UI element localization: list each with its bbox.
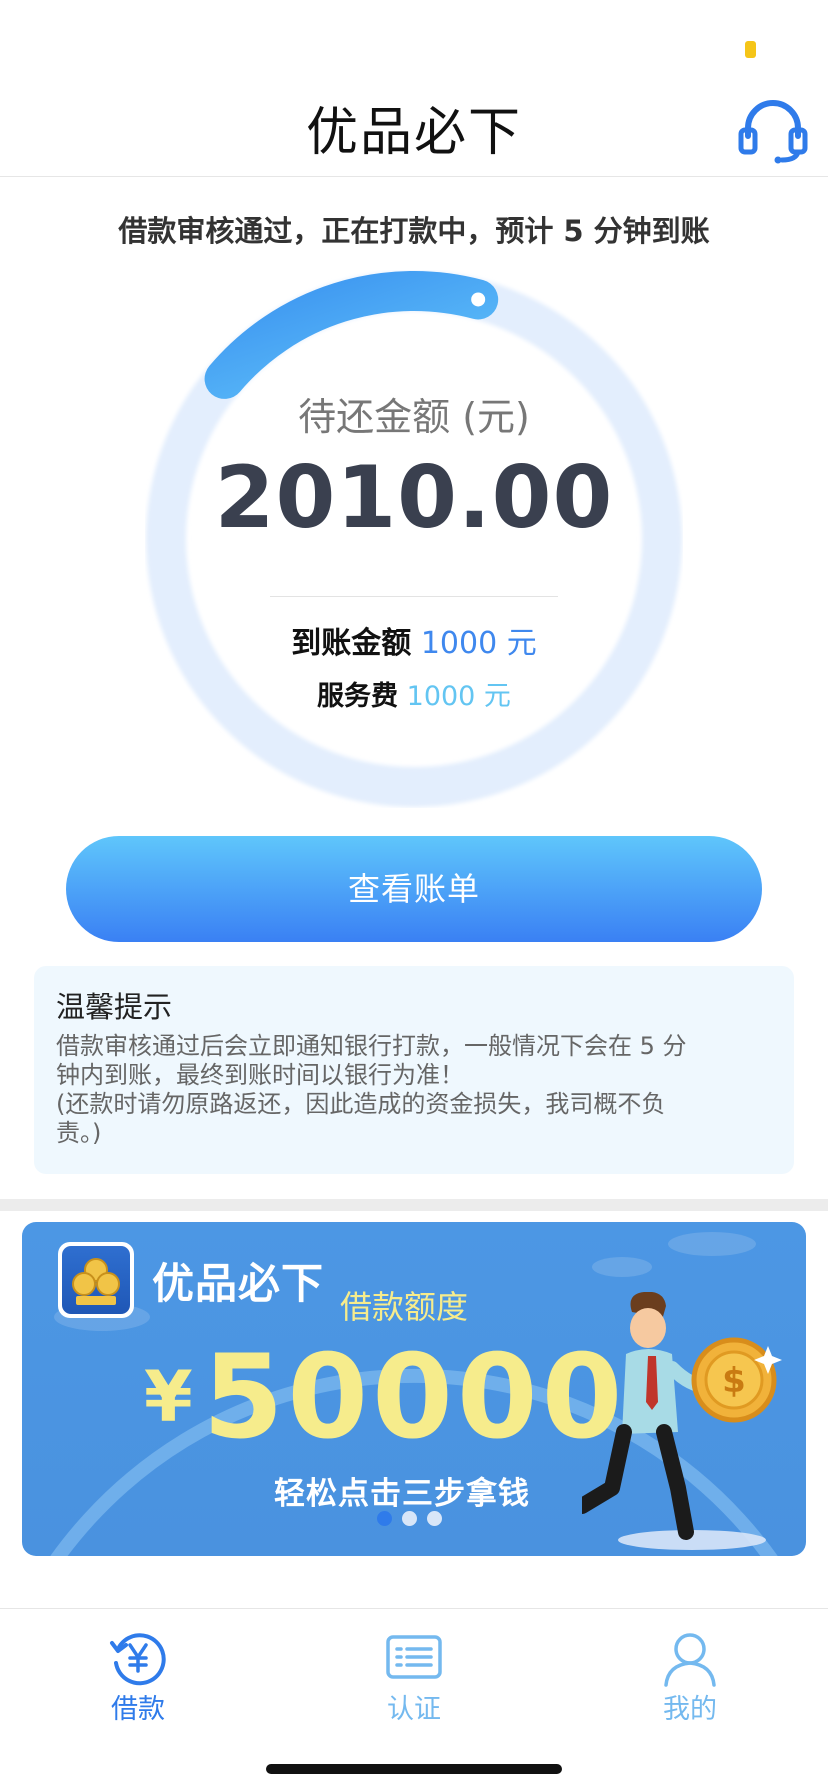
amount-due-value: 2010.00	[214, 448, 614, 548]
tips-line: 钟内到账，最终到账时间以银行为准！	[56, 1061, 464, 1089]
banner-amount: ¥50000	[144, 1330, 626, 1465]
tab-profile-label: 我的	[663, 1694, 717, 1725]
service-fee-row: 服务费 1000 元	[145, 674, 683, 713]
tips-card: 温馨提示 借款审核通过后会立即通知银行打款，一般情况下会在 5 分 钟内到账，最…	[34, 966, 794, 1174]
pagination-dot[interactable]	[377, 1511, 392, 1526]
svg-text:$: $	[722, 1361, 746, 1401]
pagination-dot[interactable]	[402, 1511, 417, 1526]
tips-title: 温馨提示	[56, 990, 173, 1024]
user-icon	[664, 1633, 716, 1687]
customer-service-button[interactable]	[738, 98, 808, 164]
nav-header: 优品必下	[0, 88, 828, 177]
tips-line: (还款时请勿原路返还，因此造成的资金损失，我司概不负	[56, 1090, 666, 1118]
tab-profile[interactable]: 我的	[552, 1609, 828, 1729]
amount-due-label: 待还金额 (元)	[298, 395, 530, 439]
home-indicator	[266, 1764, 562, 1774]
received-amount-value: 1000 元	[420, 626, 537, 661]
headset-icon	[738, 100, 808, 164]
tips-body: 借款审核通过后会立即通知银行打款，一般情况下会在 5 分 钟内到账，最终到账时间…	[56, 1032, 776, 1148]
tab-verification[interactable]: 认证	[276, 1609, 552, 1729]
banner-brand: 优品必下	[152, 1259, 325, 1308]
tips-line: 责。)	[56, 1119, 102, 1147]
view-bill-button[interactable]: 查看账单	[66, 836, 762, 942]
banner-slogan: 轻松点击三步拿钱	[274, 1476, 530, 1512]
tips-line: 借款审核通过后会立即通知银行打款，一般情况下会在 5 分	[56, 1032, 687, 1060]
banner-pagination	[377, 1511, 442, 1526]
banner-amount-value: 50000	[202, 1330, 627, 1465]
ring-progress-arc	[204, 271, 499, 399]
section-divider	[0, 1199, 828, 1211]
id-card-icon	[386, 1635, 442, 1679]
tab-loan-label: 借款	[111, 1694, 165, 1725]
promo-banner[interactable]: 优品必下 借款额度 ¥50000 轻松点击三步拿钱 $	[22, 1222, 806, 1556]
app-logo-icon	[58, 1242, 134, 1318]
bottom-tab-bar: 借款 认证 我的	[0, 1608, 828, 1729]
running-man-with-coin-illustration: $	[582, 1292, 782, 1540]
loan-status-message: 借款审核通过，正在打款中，预计 5 分钟到账	[118, 214, 710, 248]
yen-refresh-icon	[110, 1633, 166, 1686]
ring-progress-knob	[471, 292, 486, 307]
repayment-ring: 待还金额 (元) 2010.00 到账金额 1000 元 服务费 1000 元	[145, 270, 683, 808]
service-fee-label: 服务费	[317, 681, 399, 712]
service-fee-value: 1000 元	[406, 681, 511, 712]
page-title: 优品必下	[305, 103, 522, 163]
ring-divider	[270, 596, 558, 597]
banner-quota-label: 借款额度	[340, 1288, 469, 1326]
status-indicator	[745, 41, 756, 58]
received-amount-row: 到账金额 1000 元	[145, 618, 683, 662]
pagination-dot[interactable]	[427, 1511, 442, 1526]
tab-verification-label: 认证	[387, 1694, 441, 1725]
tab-loan[interactable]: 借款	[0, 1609, 276, 1729]
received-amount-label: 到账金额	[291, 626, 412, 661]
banner-currency-symbol: ¥	[144, 1356, 197, 1438]
